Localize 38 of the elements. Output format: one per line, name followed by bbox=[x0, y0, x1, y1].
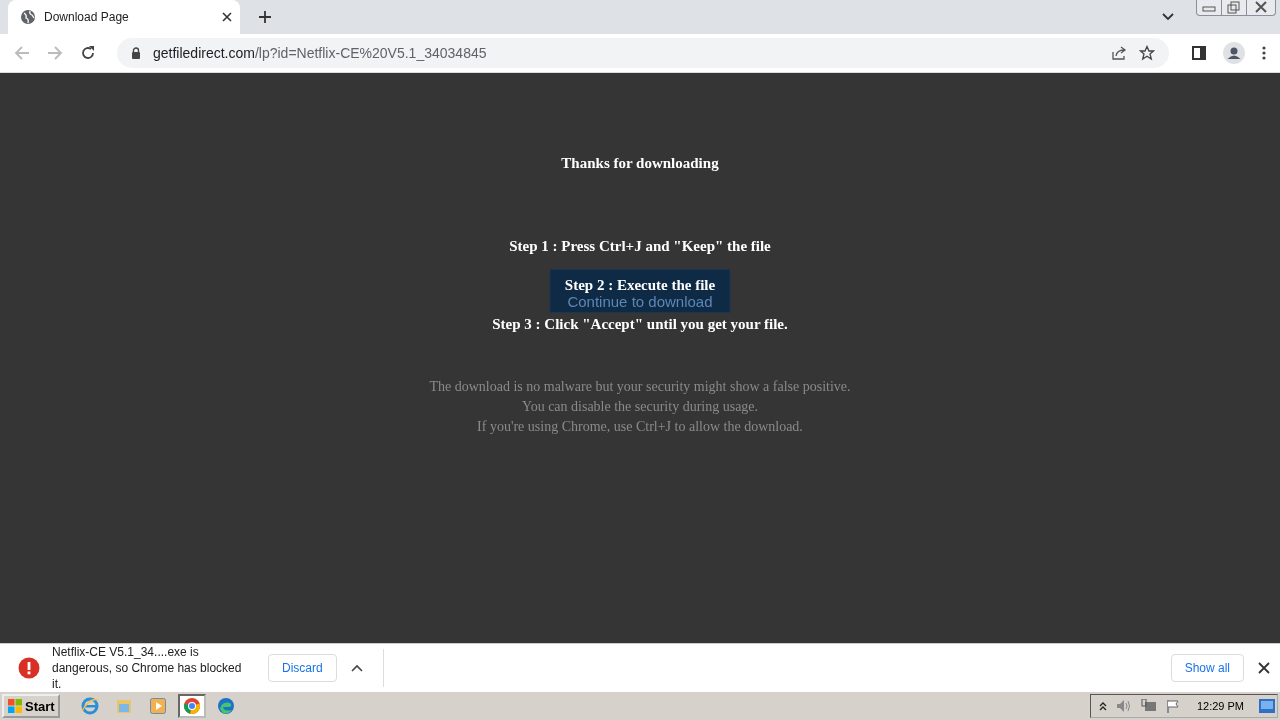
notice-text: You can disable the security during usage. bbox=[520, 398, 760, 416]
browser-e-icon bbox=[80, 697, 99, 715]
reload-icon[interactable] bbox=[80, 45, 96, 61]
warning-icon bbox=[18, 656, 40, 679]
menu-icon[interactable] bbox=[1262, 46, 1266, 60]
new-tab-icon[interactable] bbox=[258, 10, 272, 24]
page-heading: Thanks for downloading bbox=[561, 155, 719, 172]
start-button[interactable]: Start bbox=[2, 694, 60, 718]
chevron-up-icon[interactable] bbox=[1098, 701, 1107, 711]
address-bar[interactable]: getfiledirect.com/lp?id=Netflix-CE%20V5.1_34034845 bbox=[117, 38, 1169, 68]
profile-icon[interactable] bbox=[1223, 42, 1245, 64]
notice-text: If you're using Chrome, use Ctrl+J to allow the download. bbox=[476, 418, 804, 436]
discard-button[interactable]: Discard bbox=[268, 653, 337, 682]
chevron-down-icon[interactable] bbox=[1162, 13, 1174, 21]
clock-text: 12:29 PM bbox=[1196, 700, 1244, 712]
network-icon[interactable] bbox=[1140, 699, 1157, 713]
show-all-button[interactable]: Show all bbox=[1170, 653, 1244, 682]
share-icon[interactable] bbox=[1111, 45, 1127, 61]
flag-icon[interactable] bbox=[1165, 699, 1180, 713]
edge-icon bbox=[216, 697, 235, 715]
close-icon[interactable] bbox=[222, 12, 232, 22]
star-icon[interactable] bbox=[1139, 45, 1155, 61]
media-player-icon bbox=[148, 697, 167, 715]
step-text: Step 2 : Execute the file bbox=[564, 277, 716, 294]
globe-icon bbox=[20, 9, 36, 25]
download-warning-text: Netflix-CE V5.1_34....exe is dangerous, so Chrome has blocked it. bbox=[52, 643, 243, 692]
chevron-up-icon[interactable] bbox=[350, 663, 363, 672]
step-text: Step 1 : Press Ctrl+J and "Keep" the file bbox=[509, 238, 771, 255]
step-text: Step 3 : Click "Accept" until you get your file. bbox=[492, 316, 788, 333]
folder-icon bbox=[114, 697, 133, 715]
chrome-icon bbox=[182, 697, 201, 715]
lock-icon bbox=[131, 47, 141, 59]
notice-text: The download is no malware but your security might show a false positive. bbox=[429, 378, 851, 396]
close-icon[interactable] bbox=[1258, 661, 1270, 674]
browser-tab[interactable]: Download Page bbox=[8, 0, 240, 34]
windows-logo-icon bbox=[7, 698, 23, 714]
taskbar-app[interactable] bbox=[177, 694, 206, 718]
side-panel-icon[interactable] bbox=[1192, 46, 1206, 60]
